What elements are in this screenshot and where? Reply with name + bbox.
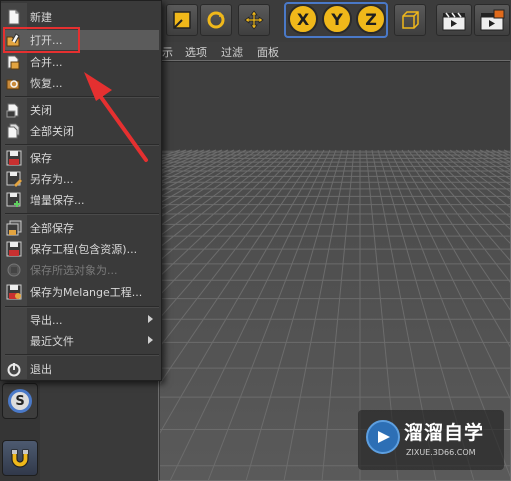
rotate-icon: [207, 11, 225, 29]
menu-label: 导出...: [30, 314, 63, 327]
coordinate-system-button[interactable]: [394, 4, 426, 36]
viewport-menu-options[interactable]: 选项: [185, 44, 207, 60]
render-view-button[interactable]: [436, 4, 472, 36]
menu-label: 恢复...: [30, 77, 63, 90]
menu-item-save[interactable]: 保存: [3, 148, 159, 168]
revert-icon: [6, 75, 22, 91]
new-file-icon: [6, 9, 22, 25]
axis-z-label: Z: [365, 9, 377, 29]
menu-label: 退出: [30, 363, 52, 376]
save-incremental-icon: [6, 192, 22, 208]
menu-item-export[interactable]: 导出...: [3, 310, 159, 330]
menu-item-new[interactable]: 新建: [3, 7, 159, 27]
menu-label: 全部保存: [30, 222, 74, 235]
menu-item-close-all[interactable]: 全部关闭: [3, 121, 159, 141]
menu-item-recent-files[interactable]: 最近文件: [3, 331, 159, 351]
save-all-icon: [6, 220, 22, 236]
watermark-title: 溜溜自学: [404, 422, 485, 444]
menu-label: 保存所选对象为...: [30, 264, 118, 277]
menu-item-save-project[interactable]: 保存工程(包含资源)...: [3, 239, 159, 259]
watermark: 溜溜自学 ZIXUE.3D66.COM: [358, 410, 504, 470]
menu-label: 合并...: [30, 56, 63, 69]
clapperboard-icon: [442, 12, 466, 31]
submenu-arrow-icon: [148, 315, 153, 323]
save-icon: [6, 150, 22, 166]
watermark-logo-icon: [366, 420, 400, 454]
move-icon: [244, 10, 264, 30]
menu-item-revert[interactable]: 恢复...: [3, 73, 159, 93]
menu-item-close[interactable]: 关闭: [3, 100, 159, 120]
rotate-tool-button[interactable]: [200, 4, 232, 36]
submenu-arrow-icon: [148, 336, 153, 344]
menu-label: 新建: [30, 11, 52, 24]
save-project-icon: [6, 241, 22, 257]
menu-item-quit[interactable]: 退出: [3, 359, 159, 379]
menu-separator: [5, 96, 159, 98]
render-to-picture-viewer-button[interactable]: [474, 4, 510, 36]
menu-label: 保存为Melange工程...: [30, 286, 143, 299]
magnet-tool-button[interactable]: [2, 440, 38, 476]
menu-item-save-melange[interactable]: 保存为Melange工程...: [3, 282, 159, 302]
axis-y-button[interactable]: Y: [322, 4, 352, 34]
close-file-icon: [6, 102, 22, 118]
menu-item-save-all[interactable]: 全部保存: [3, 218, 159, 238]
viewport-menubar: 示 选项 过滤 面板: [160, 42, 511, 62]
scale-tool-button[interactable]: [166, 4, 198, 36]
magnet-icon: [11, 449, 29, 468]
snap-label: S: [15, 393, 25, 409]
clapperboard-render-icon: [480, 9, 505, 31]
menu-separator: [5, 144, 159, 146]
menu-item-save-incremental[interactable]: 增量保存...: [3, 190, 159, 210]
menu-label: 保存工程(包含资源)...: [30, 243, 138, 256]
close-all-icon: [6, 123, 22, 139]
save-selected-icon: [6, 262, 22, 278]
watermark-url: ZIXUE.3D66.COM: [406, 448, 476, 457]
menu-label: 关闭: [30, 104, 52, 117]
axis-y-label: Y: [331, 9, 343, 29]
coordinate-system-icon: [402, 11, 419, 29]
menu-label: 增量保存...: [30, 194, 85, 207]
axis-x-button[interactable]: X: [288, 4, 318, 34]
viewport-menu-filter[interactable]: 过滤: [221, 44, 243, 60]
viewport-menu-display[interactable]: 示: [162, 44, 173, 60]
snap-icon: S: [8, 389, 32, 413]
save-melange-icon: [6, 284, 22, 300]
menu-separator: [5, 306, 159, 308]
menu-item-merge[interactable]: 合并...: [3, 52, 159, 72]
menu-label: 保存: [30, 152, 52, 165]
viewport-menu-panel[interactable]: 面板: [257, 44, 279, 60]
menu-label: 最近文件: [30, 335, 74, 348]
menu-label: 另存为...: [30, 173, 74, 186]
menu-separator: [5, 213, 159, 215]
menu-separator: [5, 354, 159, 356]
scale-icon: [173, 11, 191, 29]
annotation-highlight-box: [3, 27, 80, 53]
axis-z-button[interactable]: Z: [356, 4, 386, 34]
save-as-icon: [6, 171, 22, 187]
snap-tool-button[interactable]: S: [2, 383, 38, 419]
menu-item-save-as[interactable]: 另存为...: [3, 169, 159, 189]
file-menu: 新建 打开... 合并... 恢复... 关闭 全部关闭 保存 另存为... 增…: [0, 0, 162, 381]
menu-item-save-selected: 保存所选对象为...: [3, 260, 159, 280]
move-tool-button[interactable]: [238, 4, 270, 36]
merge-icon: [6, 54, 22, 70]
axis-x-label: X: [296, 9, 310, 29]
menu-label: 全部关闭: [30, 125, 74, 138]
power-icon: [6, 361, 22, 377]
